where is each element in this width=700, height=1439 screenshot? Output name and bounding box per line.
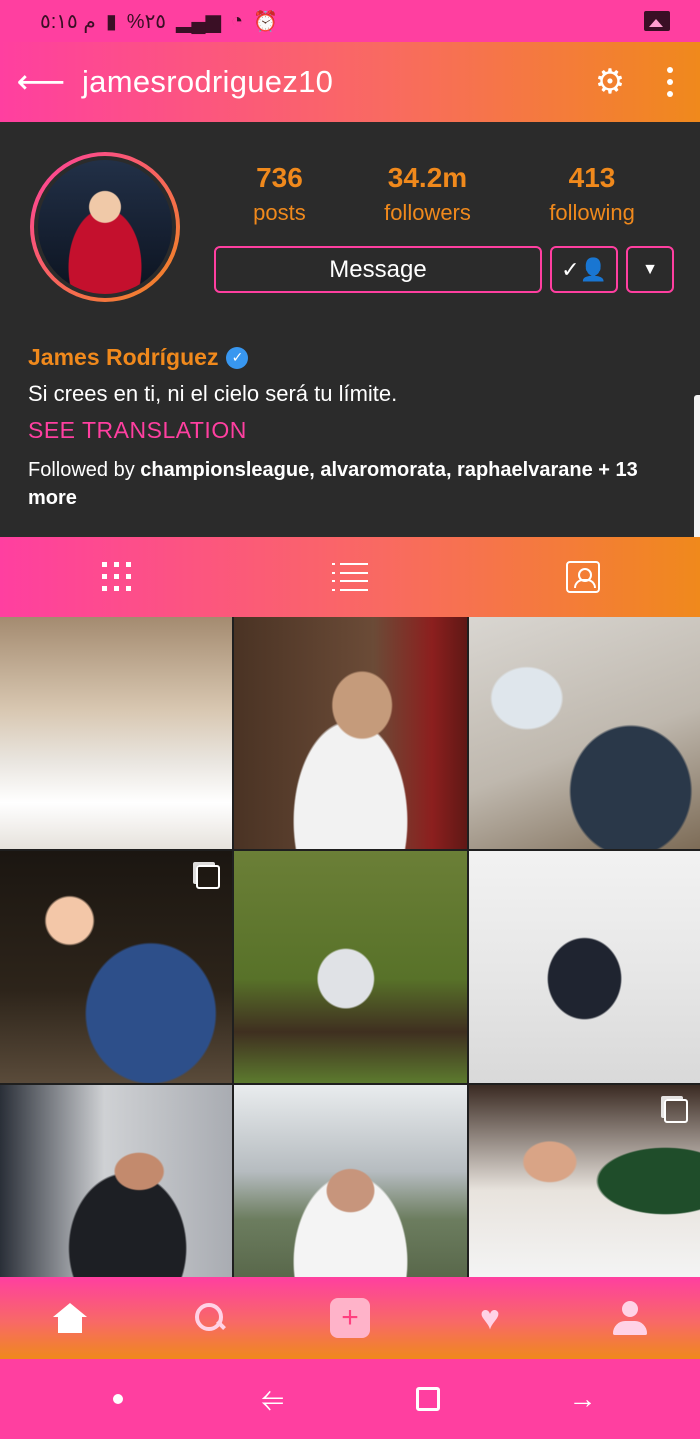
following-count: 413 bbox=[568, 162, 616, 193]
posts-count: 736 bbox=[256, 162, 303, 193]
followed-by-prefix: Followed by bbox=[28, 459, 135, 481]
post-thumbnail[interactable] bbox=[234, 617, 467, 849]
post-thumbnail[interactable] bbox=[469, 617, 700, 849]
post-thumbnail[interactable] bbox=[234, 1085, 467, 1277]
post-thumbnail[interactable] bbox=[469, 1085, 700, 1277]
system-navigation-bar: ⥢ → bbox=[0, 1359, 700, 1439]
settings-button[interactable]: ⚙ bbox=[580, 42, 640, 122]
stat-followers[interactable]: 34.2m followers bbox=[384, 162, 471, 226]
recent-apps-icon: ⥢ bbox=[261, 1382, 284, 1414]
tab-tagged[interactable] bbox=[467, 537, 700, 617]
posts-label: posts bbox=[253, 200, 306, 225]
status-time: م ٥:١٥ bbox=[40, 10, 96, 33]
kebab-dot bbox=[667, 91, 673, 97]
list-icon bbox=[331, 563, 368, 591]
nav-home[interactable] bbox=[0, 1277, 140, 1359]
battery-icon: ▮ bbox=[105, 10, 117, 33]
signal-icon: ▂▄▆ bbox=[176, 10, 221, 33]
nav-activity[interactable]: ♥ bbox=[420, 1277, 560, 1359]
gallery-notification-icon bbox=[644, 11, 670, 31]
caret-down-icon: ▼ bbox=[642, 260, 658, 278]
kebab-dot bbox=[667, 79, 673, 85]
full-name: James Rodríguez bbox=[28, 344, 219, 370]
stat-posts[interactable]: 736 posts bbox=[253, 162, 306, 226]
suggestions-dropdown-button[interactable]: ▼ bbox=[626, 246, 674, 293]
wifi-icon: ◔ bbox=[230, 9, 244, 32]
profile-bio: James Rodríguez ✓ Si crees en ti, ni el … bbox=[28, 344, 678, 512]
more-options-button[interactable] bbox=[640, 42, 700, 122]
photo-grid bbox=[0, 617, 700, 1277]
search-icon bbox=[195, 1303, 225, 1333]
arrow-right-icon: → bbox=[568, 1383, 597, 1414]
following-label: following bbox=[549, 200, 635, 225]
arrow-left-icon: ⟵ bbox=[16, 63, 66, 101]
home-system-button[interactable] bbox=[408, 1379, 448, 1419]
status-bar: م ٥:١٥ ▮ %٢٥ ▂▄▆ ◔ ⏰ bbox=[0, 0, 700, 42]
user-check-icon: ✓👤 bbox=[561, 256, 607, 282]
dot-icon bbox=[112, 1394, 123, 1404]
kebab-dot bbox=[667, 67, 673, 73]
grid-icon bbox=[101, 562, 132, 592]
profile-app-bar: ⟵ jamesrodriguez10 ⚙ bbox=[0, 42, 700, 122]
see-translation-link[interactable]: SEE TRANSLATION bbox=[28, 417, 678, 444]
profile-icon bbox=[613, 1301, 647, 1335]
multiple-photos-icon bbox=[664, 1099, 688, 1123]
profile-header: 736 posts 34.2m followers 413 following … bbox=[0, 122, 700, 537]
avatar-story-ring[interactable] bbox=[30, 152, 180, 302]
status-info: م ٥:١٥ ▮ %٢٥ ▂▄▆ ◔ ⏰ bbox=[40, 9, 278, 34]
heart-icon: ♥ bbox=[479, 1299, 501, 1337]
bio-text: Si crees en ti, ni el cielo será tu lími… bbox=[28, 381, 398, 406]
profile-stats: 736 posts 34.2m followers 413 following bbox=[214, 162, 674, 226]
verified-badge-icon: ✓ bbox=[226, 346, 249, 369]
profile-tabs bbox=[0, 537, 700, 617]
nav-profile[interactable] bbox=[560, 1277, 700, 1359]
message-button[interactable]: Message bbox=[214, 246, 542, 293]
post-thumbnail[interactable] bbox=[0, 617, 232, 849]
post-thumbnail[interactable] bbox=[0, 1085, 232, 1277]
back-system-button[interactable]: → bbox=[563, 1379, 603, 1419]
profile-actions: Message ✓👤 ▼ bbox=[214, 246, 674, 293]
tagged-icon bbox=[566, 561, 601, 593]
battery-level: %٢٥ bbox=[126, 10, 167, 33]
home-icon bbox=[53, 1303, 87, 1333]
add-icon: + bbox=[330, 1298, 370, 1338]
nav-search[interactable] bbox=[140, 1277, 280, 1359]
stat-following[interactable]: 413 following bbox=[549, 162, 635, 226]
back-button[interactable]: ⟵ bbox=[0, 42, 82, 122]
tab-grid[interactable] bbox=[0, 537, 233, 617]
system-dot-button[interactable] bbox=[98, 1379, 138, 1419]
alarm-icon: ⏰ bbox=[253, 10, 278, 33]
gears-icon: ⚙ bbox=[594, 63, 626, 101]
post-thumbnail[interactable] bbox=[469, 851, 700, 1083]
followed-by-text[interactable]: Followed by championsleague, alvaromorat… bbox=[28, 456, 678, 512]
bottom-navigation: + ♥ bbox=[0, 1277, 700, 1359]
full-name-row: James Rodríguez ✓ bbox=[28, 344, 678, 371]
following-status-button[interactable]: ✓👤 bbox=[550, 246, 618, 293]
followers-count: 34.2m bbox=[387, 162, 468, 193]
post-thumbnail[interactable] bbox=[0, 851, 232, 1083]
nav-add[interactable]: + bbox=[280, 1277, 420, 1359]
followers-label: followers bbox=[384, 200, 471, 225]
recent-apps-button[interactable]: ⥢ bbox=[253, 1379, 293, 1419]
profile-username-title: jamesrodriguez10 bbox=[82, 64, 334, 99]
avatar bbox=[34, 156, 176, 298]
square-icon bbox=[415, 1387, 440, 1411]
post-thumbnail[interactable] bbox=[234, 851, 467, 1083]
tab-list[interactable] bbox=[233, 537, 466, 617]
followed-by-names: championsleague, alvaromorata, raphaelva… bbox=[140, 459, 593, 481]
multiple-photos-icon bbox=[196, 865, 220, 889]
